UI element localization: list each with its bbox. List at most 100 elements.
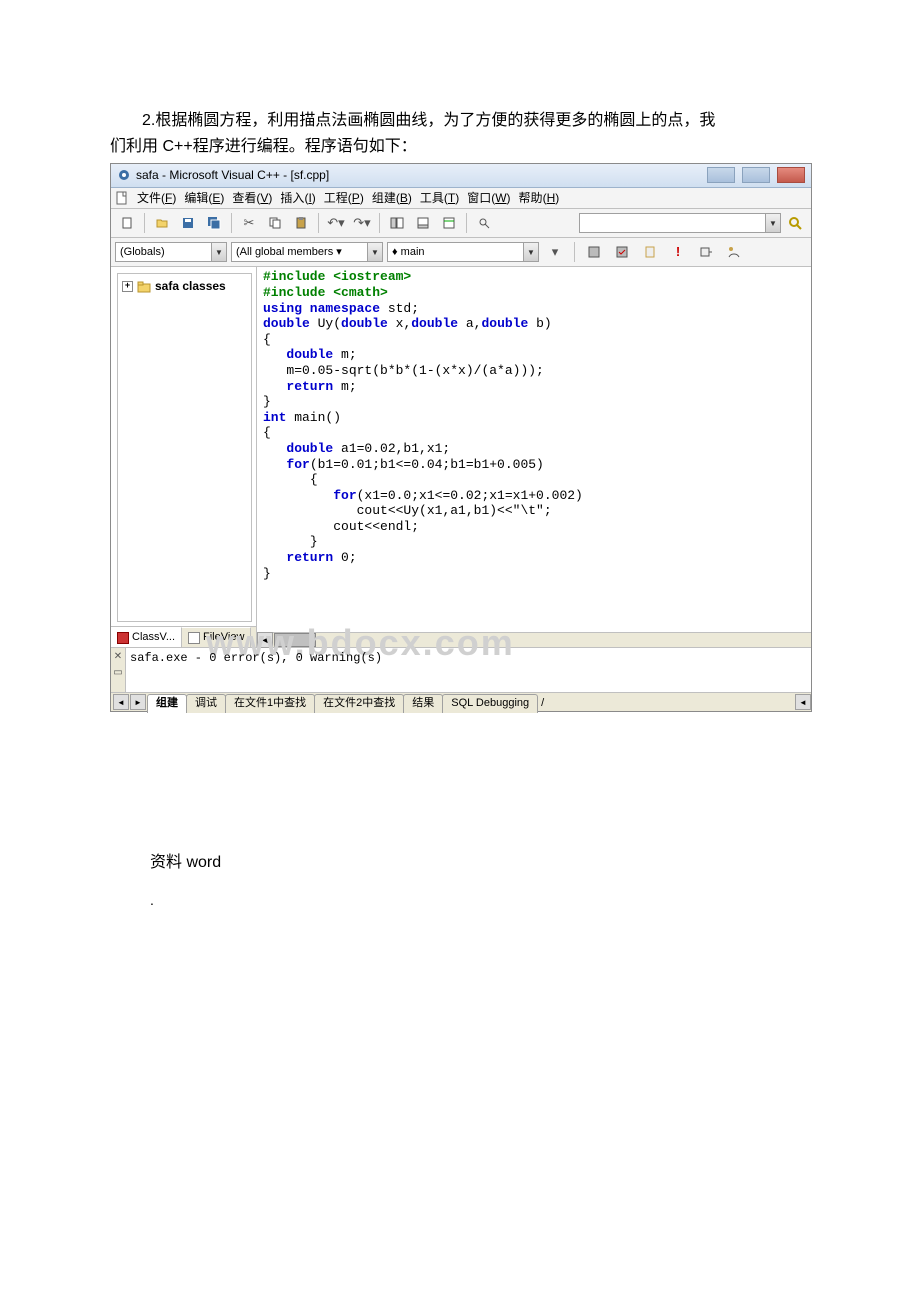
menubar: 文件(F) 编辑(E) 查看(V) 插入(I) 工程(P) 组建(B) 工具(T… — [111, 188, 811, 210]
menu-project[interactable]: 工程(P) — [324, 190, 364, 207]
menu-tools[interactable]: 工具(T) — [420, 190, 459, 207]
execute-button[interactable]: ! — [666, 240, 690, 264]
menu-edit[interactable]: 编辑(E) — [184, 190, 224, 207]
standard-toolbar: ✂ ↶▾ ↷▾ ▼ — [111, 209, 811, 238]
window-list-button[interactable] — [437, 211, 461, 235]
toolbar-divider — [574, 242, 575, 262]
app-icon — [117, 168, 131, 182]
code-editor[interactable]: #include <iostream> #include <cmath> usi… — [257, 267, 811, 632]
tab-sql[interactable]: SQL Debugging — [442, 694, 538, 712]
workspace-sidebar: + safa classes ClassV... FileView — [111, 267, 257, 647]
tree-root[interactable]: + safa classes — [122, 278, 247, 295]
window-title: safa - Microsoft Visual C++ - [sf.cpp] — [136, 167, 329, 184]
go-debug-button[interactable] — [694, 240, 718, 264]
ide-window: safa - Microsoft Visual C++ - [sf.cpp] 文… — [110, 163, 812, 713]
class-tree[interactable]: + safa classes — [117, 273, 252, 622]
close-icon[interactable]: ✕ — [114, 650, 122, 664]
breakpoint-button[interactable] — [722, 240, 746, 264]
build-button[interactable] — [610, 240, 634, 264]
members-combo[interactable]: (All global members ▾ ▼ — [231, 242, 383, 262]
tab-classview[interactable]: ClassV... — [111, 627, 182, 647]
expand-icon[interactable]: + — [122, 281, 133, 292]
chevron-down-icon: ▼ — [523, 243, 538, 261]
close-button[interactable] — [777, 167, 805, 183]
footer-dot: . — [150, 891, 810, 911]
new-button[interactable] — [115, 211, 139, 235]
find-button[interactable] — [783, 211, 807, 235]
redo-button[interactable]: ↷▾ — [350, 211, 374, 235]
tab-classview-label: ClassV... — [132, 630, 175, 645]
document-icon — [115, 191, 129, 205]
build-output: safa.exe - 0 error(s), 0 warning(s) — [130, 650, 807, 667]
menu-window[interactable]: 窗口(W) — [467, 190, 510, 207]
output-tabs: ◄ ► 组建 调试 在文件1中查找 在文件2中查找 结果 SQL Debuggi… — [111, 692, 811, 711]
tree-folder-icon — [137, 281, 151, 293]
open-button[interactable] — [150, 211, 174, 235]
wizard-toolbar: (Globals) ▼ (All global members ▾ ▼ ♦ ma… — [111, 238, 811, 267]
chevron-down-icon: ▼ — [211, 243, 226, 261]
output-scroll-left[interactable]: ◄ — [795, 694, 811, 710]
go-button[interactable]: ▾ — [543, 240, 567, 264]
function-combo[interactable]: ♦ main ▼ — [387, 242, 539, 262]
tab-debug[interactable]: 调试 — [186, 694, 226, 712]
save-all-button[interactable] — [202, 211, 226, 235]
tab-build[interactable]: 组建 — [147, 694, 187, 712]
tab-find2[interactable]: 在文件2中查找 — [314, 694, 404, 712]
tab-find1[interactable]: 在文件1中查找 — [225, 694, 315, 712]
stop-build-button[interactable] — [638, 240, 662, 264]
toolbar-divider — [144, 213, 145, 233]
paste-button[interactable] — [289, 211, 313, 235]
menu-insert[interactable]: 插入(I) — [280, 190, 315, 207]
editor-pane: #include <iostream> #include <cmath> usi… — [257, 267, 811, 647]
tab-results[interactable]: 结果 — [403, 694, 443, 712]
fileview-icon — [188, 632, 200, 644]
titlebar[interactable]: safa - Microsoft Visual C++ - [sf.cpp] — [111, 164, 811, 188]
tree-root-label: safa classes — [155, 278, 226, 295]
minimize-button[interactable] — [707, 167, 735, 183]
scope-value: (Globals) — [120, 245, 165, 260]
toolbar-divider — [379, 213, 380, 233]
undo-button[interactable]: ↶▾ — [324, 211, 348, 235]
compile-button[interactable] — [582, 240, 606, 264]
tab-nav-right[interactable]: ► — [130, 694, 146, 710]
scroll-left-icon[interactable]: ◄ — [257, 632, 273, 648]
tab-nav-left[interactable]: ◄ — [113, 694, 129, 710]
tab-end: / — [537, 695, 548, 712]
function-value: ♦ main — [392, 245, 425, 260]
save-button[interactable] — [176, 211, 200, 235]
toolbar-divider — [318, 213, 319, 233]
output-text-area[interactable]: www.bdocx.com safa.exe - 0 error(s), 0 w… — [126, 648, 811, 692]
find-in-files-button[interactable] — [472, 211, 496, 235]
chevron-down-icon: ▼ — [367, 243, 382, 261]
intro-line-2: 们利用 C++程序进行编程。程序语句如下： — [110, 136, 810, 158]
toolbar-divider — [466, 213, 467, 233]
intro-text-1: 2.根据椭圆方程，利用描点法画椭圆曲线，为了方便的获得更多的椭圆上的点，我 — [142, 112, 715, 129]
menu-help[interactable]: 帮助(H) — [519, 190, 560, 207]
footer: 资料 word . — [110, 852, 810, 910]
scope-combo[interactable]: (Globals) ▼ — [115, 242, 227, 262]
copy-button[interactable] — [263, 211, 287, 235]
menu-build[interactable]: 组建(B) — [372, 190, 412, 207]
footer-text: 资料 word — [150, 852, 810, 874]
toolbar-divider — [231, 213, 232, 233]
find-combo[interactable]: ▼ — [579, 213, 781, 233]
classview-icon — [117, 632, 129, 644]
maximize-button[interactable] — [742, 167, 770, 183]
intro-line-1: 2.根据椭圆方程，利用描点法画椭圆曲线，为了方便的获得更多的椭圆上的点，我 — [110, 110, 810, 132]
chevron-down-icon: ▼ — [765, 214, 780, 232]
menu-file[interactable]: 文件(F) — [137, 190, 176, 207]
output-close-bar[interactable]: ✕ ▭ — [111, 648, 126, 692]
output-button[interactable] — [411, 211, 435, 235]
pin-icon[interactable]: ▭ — [113, 666, 122, 680]
cut-button[interactable]: ✂ — [237, 211, 261, 235]
tab-fileview-label: FileView — [203, 630, 244, 645]
scroll-thumb[interactable] — [274, 633, 316, 647]
editor-hscrollbar[interactable]: ◄ — [257, 632, 811, 647]
intro-text-2: 们利用 C++程序进行编程。程序语句如下： — [110, 138, 417, 155]
menu-view[interactable]: 查看(V) — [232, 190, 272, 207]
tab-fileview[interactable]: FileView — [182, 627, 251, 647]
sidebar-tabs: ClassV... FileView — [111, 626, 256, 647]
members-value: (All global members ▾ — [236, 245, 342, 260]
workspace-button[interactable] — [385, 211, 409, 235]
output-pane: ✕ ▭ www.bdocx.com safa.exe - 0 error(s),… — [111, 648, 811, 711]
